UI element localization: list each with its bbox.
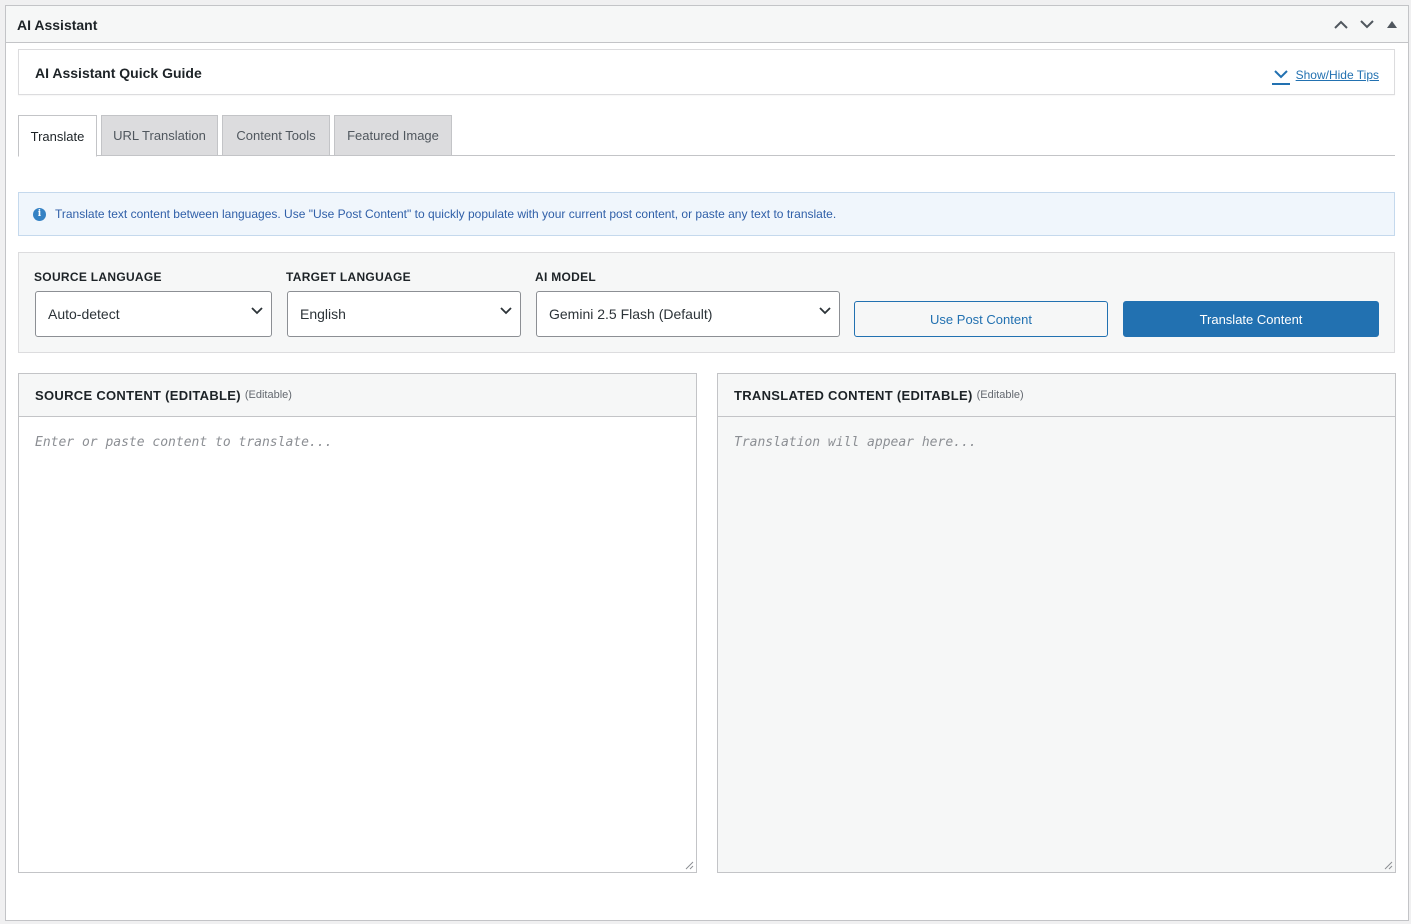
translated-content-textarea[interactable] [718, 417, 1395, 872]
translated-panel-title: TRANSLATED CONTENT (EDITABLE) [734, 387, 973, 403]
ai-model-select[interactable]: Gemini 2.5 Flash (Default) [536, 291, 840, 337]
metabox-title: AI Assistant [17, 17, 98, 33]
translate-content-button[interactable]: Translate Content [1123, 301, 1379, 337]
ai-model-label: AI MODEL [535, 270, 597, 284]
show-hide-tips-link[interactable]: Show/Hide Tips [1296, 68, 1379, 82]
tab-translate[interactable]: Translate [18, 115, 97, 157]
ai-model-value: Gemini 2.5 Flash (Default) [549, 306, 713, 322]
chevron-up-icon [1334, 20, 1348, 29]
notice-text: Translate text content between languages… [55, 207, 837, 221]
chevron-down-icon [500, 307, 512, 315]
use-post-content-button[interactable]: Use Post Content [854, 301, 1108, 337]
source-content-panel: SOURCE CONTENT (EDITABLE) (Editable) [18, 373, 697, 873]
source-panel-title: SOURCE CONTENT (EDITABLE) [35, 387, 241, 403]
translated-content-panel: TRANSLATED CONTENT (EDITABLE) (Editable) [717, 373, 1396, 873]
toggle-panel-button[interactable] [1382, 14, 1402, 34]
chevron-down-icon [1360, 19, 1374, 28]
caret-up-icon [1387, 20, 1397, 28]
translated-panel-body [718, 417, 1395, 872]
quick-guide: AI Assistant Quick Guide Show/Hide Tips [18, 49, 1395, 95]
target-language-value: English [300, 306, 346, 322]
quick-guide-title: AI Assistant Quick Guide [35, 65, 202, 81]
chevron-down-icon [251, 307, 263, 315]
show-hide-tips-toggle[interactable]: Show/Hide Tips [1271, 65, 1379, 85]
source-language-label: SOURCE LANGUAGE [34, 270, 162, 284]
tab-url-translation[interactable]: URL Translation [101, 115, 218, 156]
target-language-select[interactable]: English [287, 291, 521, 337]
source-content-textarea[interactable] [19, 417, 696, 872]
info-notice: i Translate text content between languag… [18, 192, 1395, 236]
chevron-down-icon [1271, 65, 1290, 85]
move-down-button[interactable] [1357, 14, 1377, 34]
tab-featured-image[interactable]: Featured Image [334, 115, 452, 156]
tab-bar: Translate URL Translation Content Tools … [18, 115, 1395, 157]
tab-content-tools[interactable]: Content Tools [222, 115, 330, 156]
target-language-label: TARGET LANGUAGE [286, 270, 411, 284]
source-panel-badge: (Editable) [244, 389, 292, 401]
translated-panel-header: TRANSLATED CONTENT (EDITABLE) (Editable) [718, 374, 1395, 417]
metabox-header: AI Assistant [6, 6, 1408, 43]
resize-handle-icon[interactable] [685, 861, 694, 870]
translation-controls: SOURCE LANGUAGE Auto-detect TARGET LANGU… [18, 252, 1395, 353]
source-panel-body [19, 417, 696, 872]
move-up-button[interactable] [1331, 14, 1351, 34]
source-panel-header: SOURCE CONTENT (EDITABLE) (Editable) [19, 374, 696, 417]
info-icon: i [33, 207, 46, 221]
translated-panel-badge: (Editable) [976, 389, 1024, 401]
source-language-value: Auto-detect [48, 306, 120, 322]
ai-assistant-metabox: AI Assistant AI Assistant Quick Guide Sh… [5, 5, 1409, 921]
source-language-select[interactable]: Auto-detect [35, 291, 272, 337]
resize-handle-icon[interactable] [1384, 861, 1393, 870]
chevron-down-icon [819, 307, 831, 315]
